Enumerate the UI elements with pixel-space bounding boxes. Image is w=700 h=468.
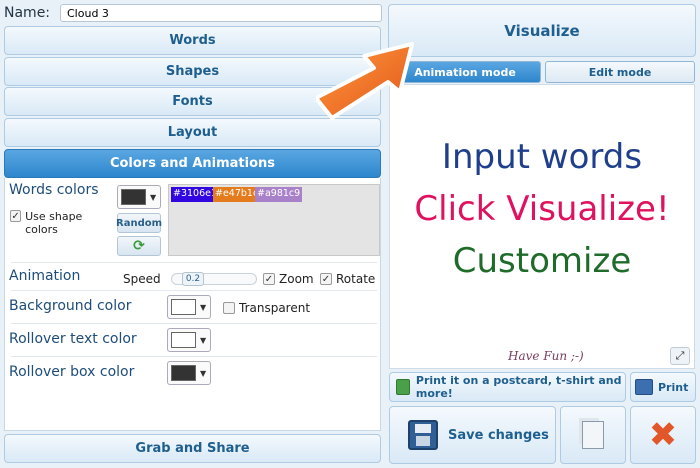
delete-x-icon[interactable]: ✖ bbox=[630, 406, 696, 464]
floppy-disk-icon bbox=[408, 420, 438, 450]
name-input[interactable] bbox=[60, 4, 382, 22]
rollover-box-color-label: Rollover box color bbox=[9, 364, 135, 380]
color-chip[interactable]: #e47b1c bbox=[213, 187, 261, 202]
rollover-box-color-picker[interactable]: ▼ bbox=[167, 361, 211, 385]
print-label: Print bbox=[658, 380, 689, 394]
speed-slider-handle[interactable]: 0.2 bbox=[182, 272, 204, 286]
arrow-icon bbox=[316, 42, 414, 120]
expand-icon[interactable]: ⤢ bbox=[670, 347, 690, 365]
print-postcard-label: Print it on a postcard, t-shirt and more… bbox=[415, 374, 622, 400]
postcard-icon bbox=[396, 379, 410, 395]
background-color-picker[interactable]: ▼ bbox=[167, 295, 211, 319]
transparent-checkbox[interactable]: Transparent bbox=[223, 301, 310, 315]
checkbox-box[interactable]: ✓ bbox=[263, 273, 275, 285]
checkbox-box[interactable] bbox=[223, 302, 235, 314]
chevron-down-icon: ▼ bbox=[200, 302, 207, 312]
cloud-word[interactable]: Click Visualize! bbox=[390, 189, 694, 229]
zoom-checkbox[interactable]: ✓ Zoom bbox=[263, 272, 314, 286]
background-color-label: Background color bbox=[9, 298, 132, 314]
section-colors-animations[interactable]: Colors and Animations bbox=[4, 149, 381, 178]
copy-button[interactable] bbox=[560, 406, 626, 464]
chevron-down-icon: ▼ bbox=[150, 192, 157, 202]
name-row: Name: bbox=[4, 3, 382, 23]
name-label: Name: bbox=[4, 5, 51, 21]
checkbox-box[interactable]: ✓ bbox=[320, 273, 332, 285]
words-colors-label: Words colors bbox=[9, 182, 99, 198]
cloud-word[interactable]: Customize bbox=[390, 241, 694, 281]
divider bbox=[11, 290, 377, 291]
rollover-text-color-label: Rollover text color bbox=[9, 331, 137, 347]
use-shape-colors-checkbox[interactable]: ✓ Use shape colors bbox=[10, 210, 110, 236]
rollover-box-color-swatch bbox=[171, 365, 196, 381]
animation-label: Animation bbox=[9, 268, 81, 284]
colors-panel: Words colors ✓ Use shape colors ▼ Random… bbox=[4, 178, 381, 431]
have-fun-text: Have Fun ;-) bbox=[508, 349, 584, 363]
divider bbox=[11, 356, 377, 357]
divider bbox=[11, 262, 377, 263]
divider bbox=[11, 323, 377, 324]
speed-label: Speed bbox=[123, 272, 161, 286]
words-color-picker[interactable]: ▼ bbox=[117, 185, 161, 209]
random-button[interactable]: Random bbox=[116, 213, 162, 233]
zoom-label: Zoom bbox=[279, 272, 314, 286]
save-changes-button[interactable]: Save changes bbox=[389, 406, 556, 464]
color-chip[interactable]: #a981c9 bbox=[255, 187, 303, 202]
chevron-down-icon: ▼ bbox=[200, 368, 207, 378]
cloud-word[interactable]: Input words bbox=[390, 137, 694, 177]
refresh-icon[interactable]: ⟳ bbox=[117, 236, 161, 256]
rollover-text-color-swatch bbox=[171, 332, 196, 348]
rollover-text-color-picker[interactable]: ▼ bbox=[167, 328, 211, 352]
rotate-label: Rotate bbox=[336, 272, 376, 286]
transparent-label: Transparent bbox=[239, 301, 311, 315]
print-postcard-button[interactable]: Print it on a postcard, t-shirt and more… bbox=[389, 372, 626, 402]
word-cloud-canvas[interactable]: Input words Click Visualize! Customize H… bbox=[389, 84, 695, 369]
visualize-button[interactable]: Visualize bbox=[388, 4, 696, 57]
section-grab-share[interactable]: Grab and Share bbox=[4, 434, 381, 463]
printer-icon bbox=[635, 379, 653, 395]
background-color-swatch bbox=[171, 299, 196, 315]
words-color-swatch bbox=[121, 189, 146, 205]
save-changes-label: Save changes bbox=[448, 427, 549, 443]
copy-icon bbox=[582, 421, 604, 449]
print-button[interactable]: Print bbox=[630, 372, 696, 402]
use-shape-colors-label: Use shape colors bbox=[25, 210, 83, 236]
rotate-checkbox[interactable]: ✓ Rotate bbox=[320, 272, 375, 286]
chevron-down-icon: ▼ bbox=[200, 335, 207, 345]
checkbox-box[interactable]: ✓ bbox=[10, 210, 22, 222]
tab-edit-mode[interactable]: Edit mode bbox=[545, 61, 695, 83]
speed-slider[interactable]: 0.2 bbox=[171, 272, 257, 286]
color-chip-area: #3106e1 #e47b1c #a981c9 bbox=[168, 184, 380, 256]
color-chip[interactable]: #3106e1 bbox=[171, 187, 220, 202]
